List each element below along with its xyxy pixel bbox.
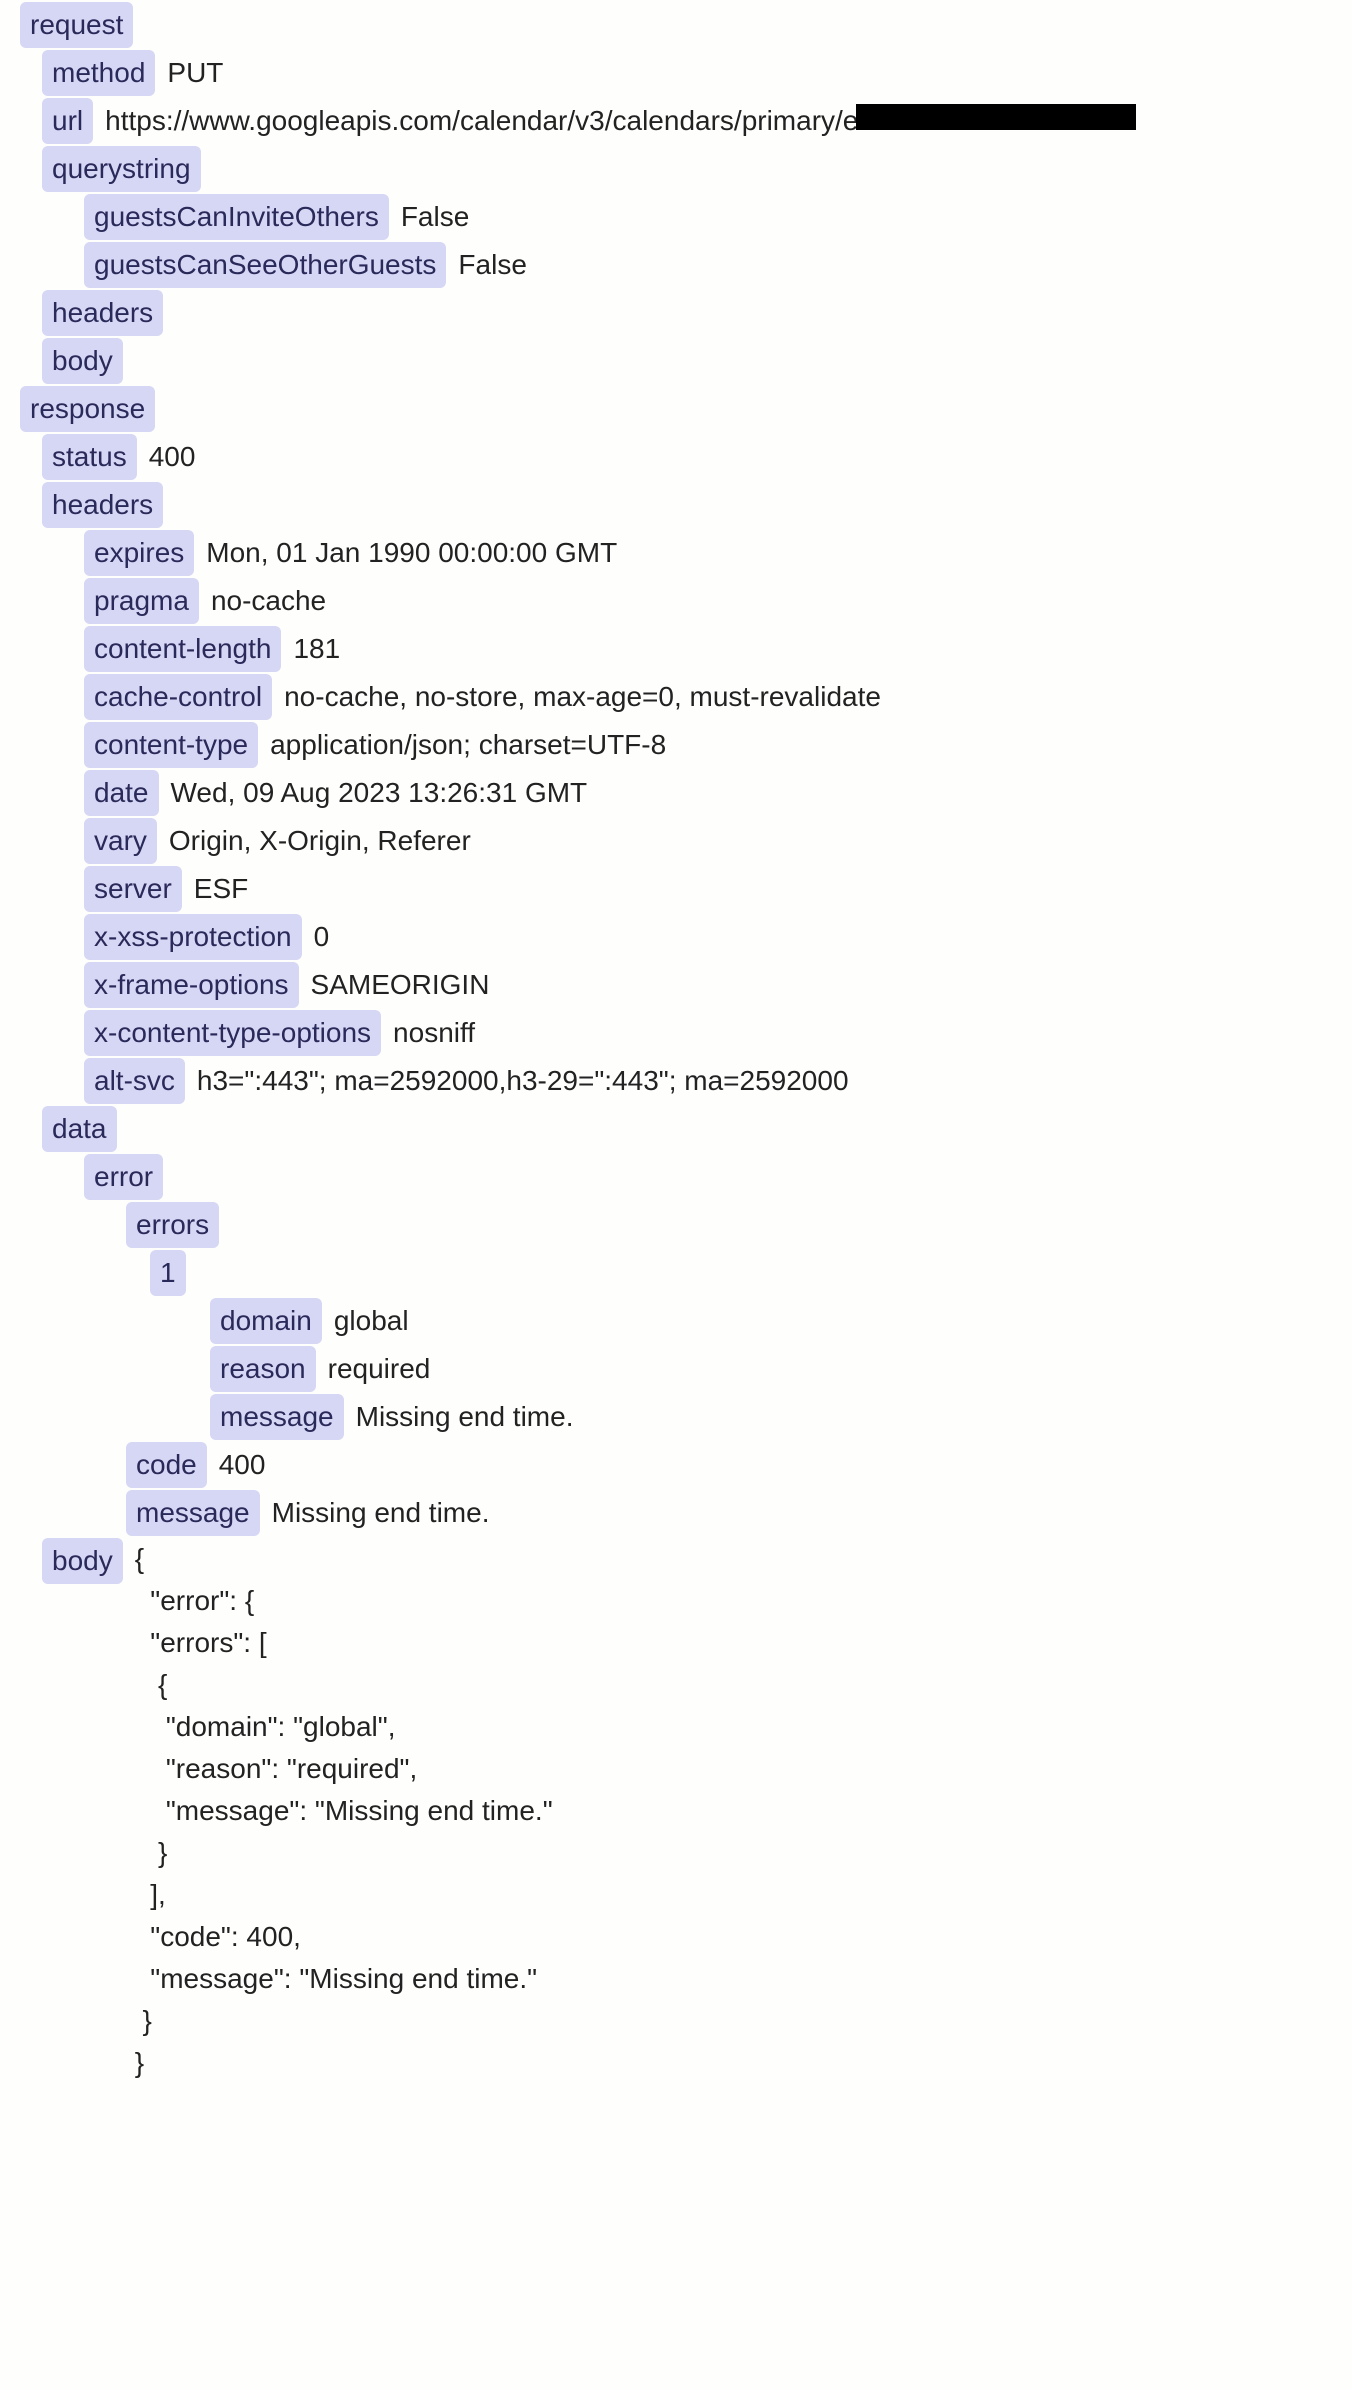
header-cache-control-row[interactable]: cache-control no-cache, no-store, max-ag…: [0, 674, 1352, 720]
qs-guests-invite-value: False: [401, 196, 469, 238]
error-node[interactable]: error: [0, 1154, 1352, 1200]
header-date-row[interactable]: date Wed, 09 Aug 2023 13:26:31 GMT: [0, 770, 1352, 816]
header-vary-row[interactable]: vary Origin, X-Origin, Referer: [0, 818, 1352, 864]
url-value: https://www.googleapis.com/calendar/v3/c…: [105, 100, 858, 142]
qs-guests-see-row[interactable]: guestsCanSeeOtherGuests False: [0, 242, 1352, 288]
error-message-key: message: [210, 1394, 344, 1440]
qs-guests-see-value: False: [458, 244, 526, 286]
status-value: 400: [149, 436, 196, 478]
querystring-node[interactable]: querystring: [0, 146, 1352, 192]
error-top-message-key: message: [126, 1490, 260, 1536]
header-expires-row[interactable]: expires Mon, 01 Jan 1990 00:00:00 GMT: [0, 530, 1352, 576]
header-xss-value: 0: [314, 916, 330, 958]
qs-guests-invite-row[interactable]: guestsCanInviteOthers False: [0, 194, 1352, 240]
header-server-row[interactable]: server ESF: [0, 866, 1352, 912]
status-key: status: [42, 434, 137, 480]
header-xframe-key: x-frame-options: [84, 962, 299, 1008]
response-headers-node[interactable]: headers: [0, 482, 1352, 528]
error-domain-key: domain: [210, 1298, 322, 1344]
errors-item-1-node[interactable]: 1: [0, 1250, 1352, 1296]
error-reason-value: required: [328, 1348, 431, 1390]
response-data-node[interactable]: data: [0, 1106, 1352, 1152]
header-xss-row[interactable]: x-xss-protection 0: [0, 914, 1352, 960]
error-reason-key: reason: [210, 1346, 316, 1392]
header-vary-value: Origin, X-Origin, Referer: [169, 820, 471, 862]
header-vary-key: vary: [84, 818, 157, 864]
header-content-type-value: application/json; charset=UTF-8: [270, 724, 666, 766]
response-key: response: [20, 386, 155, 432]
response-body-value: { "error": { "errors": [ { "domain": "gl…: [135, 1538, 553, 2084]
errors-item-1-key: 1: [150, 1250, 186, 1296]
error-code-row[interactable]: code 400: [0, 1442, 1352, 1488]
qs-guests-invite-key: guestsCanInviteOthers: [84, 194, 389, 240]
header-xframe-value: SAMEORIGIN: [311, 964, 490, 1006]
error-reason-row[interactable]: reason required: [0, 1346, 1352, 1392]
header-cache-control-key: cache-control: [84, 674, 272, 720]
error-message-value: Missing end time.: [356, 1396, 574, 1438]
response-body-key: body: [42, 1538, 123, 1584]
header-expires-key: expires: [84, 530, 194, 576]
error-top-message-value: Missing end time.: [272, 1492, 490, 1534]
request-headers-node[interactable]: headers: [0, 290, 1352, 336]
header-pragma-row[interactable]: pragma no-cache: [0, 578, 1352, 624]
request-body-key: body: [42, 338, 123, 384]
data-key: data: [42, 1106, 117, 1152]
header-altsvc-key: alt-svc: [84, 1058, 185, 1104]
header-xframe-row[interactable]: x-frame-options SAMEORIGIN: [0, 962, 1352, 1008]
header-expires-value: Mon, 01 Jan 1990 00:00:00 GMT: [206, 532, 617, 574]
response-body-row[interactable]: body { "error": { "errors": [ { "domain"…: [0, 1538, 1352, 2084]
response-node[interactable]: response: [0, 386, 1352, 432]
error-message-row[interactable]: message Missing end time.: [0, 1394, 1352, 1440]
querystring-key: querystring: [42, 146, 201, 192]
errors-node[interactable]: errors: [0, 1202, 1352, 1248]
response-headers-key: headers: [42, 482, 163, 528]
header-altsvc-row[interactable]: alt-svc h3=":443"; ma=2592000,h3-29=":44…: [0, 1058, 1352, 1104]
header-xcontent-value: nosniff: [393, 1012, 475, 1054]
header-date-key: date: [84, 770, 159, 816]
header-cache-control-value: no-cache, no-store, max-age=0, must-reva…: [284, 676, 881, 718]
request-url-row[interactable]: url https://www.googleapis.com/calendar/…: [0, 98, 1352, 144]
header-content-type-row[interactable]: content-type application/json; charset=U…: [0, 722, 1352, 768]
error-code-value: 400: [219, 1444, 266, 1486]
request-method-row[interactable]: method PUT: [0, 50, 1352, 96]
error-domain-value: global: [334, 1300, 409, 1342]
error-key: error: [84, 1154, 163, 1200]
header-pragma-value: no-cache: [211, 580, 326, 622]
error-code-key: code: [126, 1442, 207, 1488]
header-date-value: Wed, 09 Aug 2023 13:26:31 GMT: [171, 772, 588, 814]
method-key: method: [42, 50, 155, 96]
request-node[interactable]: request: [0, 2, 1352, 48]
header-content-length-value: 181: [293, 628, 340, 670]
header-pragma-key: pragma: [84, 578, 199, 624]
url-key: url: [42, 98, 93, 144]
method-value: PUT: [167, 52, 223, 94]
header-server-value: ESF: [194, 868, 248, 910]
redacted-bar: [856, 104, 1136, 130]
request-body-node[interactable]: body: [0, 338, 1352, 384]
response-status-row[interactable]: status 400: [0, 434, 1352, 480]
header-content-length-key: content-length: [84, 626, 281, 672]
qs-guests-see-key: guestsCanSeeOtherGuests: [84, 242, 446, 288]
request-headers-key: headers: [42, 290, 163, 336]
header-xcontent-key: x-content-type-options: [84, 1010, 381, 1056]
header-content-type-key: content-type: [84, 722, 258, 768]
error-top-message-row[interactable]: message Missing end time.: [0, 1490, 1352, 1536]
header-xcontent-row[interactable]: x-content-type-options nosniff: [0, 1010, 1352, 1056]
tree-root: request method PUT url https://www.googl…: [0, 2, 1352, 2104]
request-key: request: [20, 2, 133, 48]
header-altsvc-value: h3=":443"; ma=2592000,h3-29=":443"; ma=2…: [197, 1060, 849, 1102]
header-server-key: server: [84, 866, 182, 912]
header-content-length-row[interactable]: content-length 181: [0, 626, 1352, 672]
error-domain-row[interactable]: domain global: [0, 1298, 1352, 1344]
errors-key: errors: [126, 1202, 219, 1248]
header-xss-key: x-xss-protection: [84, 914, 302, 960]
